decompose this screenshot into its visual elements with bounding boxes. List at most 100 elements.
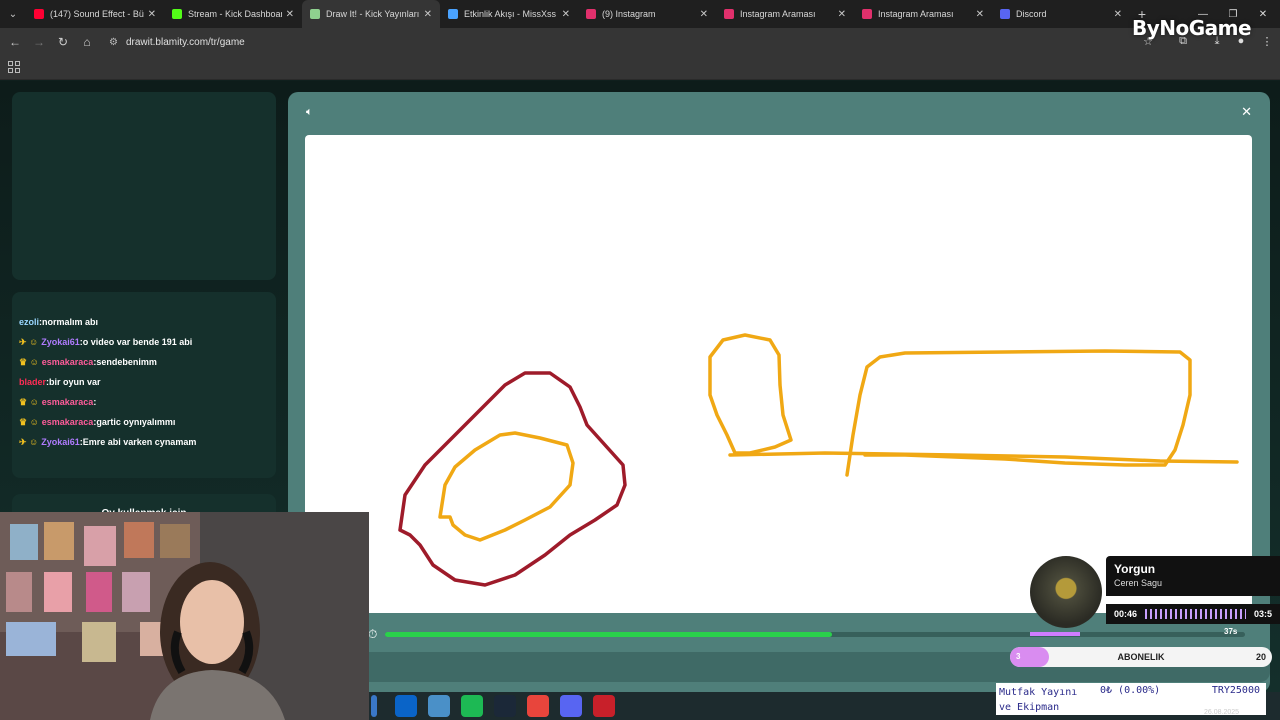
song-card: Yorgun Ceren Sagu [1106,556,1280,596]
chat-message: ♛ ☺ esmakaraca:sendebenimm [19,352,276,372]
instagram-icon [724,9,734,19]
now-playing-overlay: Yorgun Ceren Sagu 00:46 03:5 [1030,556,1280,630]
settings-icon[interactable] [428,695,450,717]
drawing-stroke [398,371,627,587]
chat-username[interactable]: Zyokai61 [41,332,80,352]
chat-username[interactable]: esmakaraca [42,352,94,372]
outlook-icon[interactable] [395,695,417,717]
stream-preview-panel [12,92,276,280]
pen-icon [310,9,320,19]
chat-text: : [93,397,97,407]
discord-icon[interactable] [560,695,582,717]
browser-tab[interactable]: Instagram Araması ✕ [854,0,992,28]
drawing-strokes [398,333,1239,587]
drawing-canvas[interactable] [305,135,1252,613]
donation-goal: TRY25000 [1211,685,1260,696]
album-art [1030,556,1102,628]
tab-close-icon[interactable]: ✕ [700,9,708,20]
chat-message: blader:bir oyun var [19,372,276,392]
chat-message: ✈ ☺ Zyokai61:Emre abi varken cynamam [19,432,276,452]
chat-message: ✈ ☺ Zyokai61:o video var bende 191 abi [19,332,276,352]
watermark-logo: ByNoGame [1132,16,1252,40]
browser-tab[interactable]: Instagram Araması ✕ [716,0,854,28]
tab-label: Draw It! - Kick Yayınları İç [326,9,420,19]
browser-tab[interactable]: (9) Instagram ✕ [578,0,716,28]
chat-text: :bir oyun var [46,377,101,387]
subscription-goal-bar: 3 ABONELIK 20 [1010,647,1272,667]
tab-label: Instagram Araması [878,9,954,19]
forward-icon[interactable]: → [27,28,51,56]
chat-badge-icon: ♛ ☺ [19,357,39,367]
window-close-icon[interactable]: ✕ [1248,0,1278,28]
song-elapsed: 00:46 [1114,609,1138,619]
chat-badge-icon: ✈ ☺ [19,437,39,447]
chrome-icon[interactable] [527,695,549,717]
webcam-image [0,512,369,720]
tab-close-icon[interactable]: ✕ [148,9,156,20]
browser-tab-bar: ⌄ (147) Sound Effect - Bütün✕Stream - Ki… [0,0,1280,28]
sound-icon[interactable]: 🔈︎ [306,106,313,119]
drawing-stroke [708,333,793,455]
instagram-icon [586,9,596,19]
subscription-label: ABONELIK [1117,652,1165,662]
chat-username[interactable]: esmakaraca [42,412,94,432]
timer-fill [385,632,833,637]
tab-search-chevron-icon[interactable]: ⌄ [0,0,26,28]
steam-icon[interactable] [494,695,516,717]
chat-username[interactable]: ezoli [19,312,39,332]
chat-text: :normalım abı [39,317,99,327]
discord-icon [1000,9,1010,19]
tab-close-icon[interactable]: ✕ [286,9,294,20]
chat-username[interactable]: Zyokai61 [41,432,80,452]
donation-title: Mutfak Yayını ve Ekipman [999,687,1078,713]
song-progress: 00:46 03:5 [1106,604,1280,624]
tab-close-icon[interactable]: ✕ [562,9,570,20]
tab-close-icon[interactable]: ✕ [1114,9,1122,20]
apps-grid-icon[interactable] [8,61,20,73]
chat-badge-icon: ♛ ☺ [19,397,39,407]
tab-label: (147) Sound Effect - Bütün [50,9,144,19]
browser-tab[interactable]: Discord ✕ [992,0,1130,28]
reload-icon[interactable]: ↻ [51,28,75,56]
tab-label: Stream - Kick Dashboard [188,9,282,19]
browser-tab[interactable]: Etkinlik Akışı - MissXss Al ✕ [440,0,578,28]
app-icon[interactable] [593,695,615,717]
spotify-icon[interactable] [461,695,483,717]
kick-icon [172,9,182,19]
tab-close-icon[interactable]: ✕ [838,9,846,20]
tab-label: Discord [1016,9,1047,19]
chat-panel: ezoli:normalım abı ✈ ☺ Zyokai61:o video va… [12,292,276,478]
chat-text: :o video var bende 191 abi [79,337,193,347]
drawing-stroke [438,431,575,542]
tab-close-icon[interactable]: ✕ [976,9,984,20]
back-icon[interactable]: ← [3,28,27,56]
start-icon[interactable] [371,695,377,717]
chat-badge-icon: ♛ ☺ [19,417,39,427]
song-artist: Ceren Sagu [1114,578,1163,588]
tab-close-icon[interactable]: ✕ [424,9,432,20]
site-info-icon[interactable]: ⚙ [109,37,118,48]
tab-label: Instagram Araması [740,9,816,19]
stopwatch-icon: ⏱ [368,627,378,641]
taskbar-date: 26.08.2025 [1204,709,1240,716]
youtube-icon [34,9,44,19]
close-icon[interactable]: ✕ [1241,104,1252,120]
bookmarks-bar [0,56,1280,80]
webcam-overlay [0,512,369,720]
chat-badge-icon: ✈ ☺ [19,337,39,347]
chat-username[interactable]: blader [19,372,46,392]
home-icon[interactable]: ⌂ [75,28,99,56]
url-text: drawit.blamity.com/tr/game [125,36,245,48]
browser-tab[interactable]: Stream - Kick Dashboard ✕ [164,0,302,28]
chat-username[interactable]: esmakaraca [42,392,94,412]
instagram-icon [862,9,872,19]
donation-amount: 0₺ (0.00%) [1100,685,1161,696]
chat-text: :Emre abi varken cynamam [79,437,197,447]
browser-tab[interactable]: (147) Sound Effect - Bütün ✕ [26,0,164,28]
chat-message: ♛ ☺ esmakaraca:gartic oynıyalımmı [19,412,276,432]
browser-tab[interactable]: Draw It! - Kick Yayınları İç ✕ [302,0,440,28]
song-duration: 03:5 [1253,609,1272,619]
chat-text: :sendebenimm [93,357,157,367]
url-field[interactable]: ⚙ drawit.blamity.com/tr/game [109,31,1129,53]
menu-icon[interactable]: ⋮ [1256,30,1278,52]
